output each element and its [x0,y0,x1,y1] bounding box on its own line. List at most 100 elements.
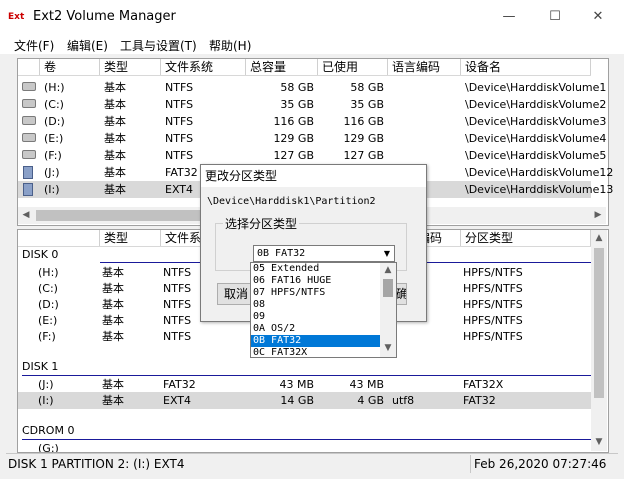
cell-volume: (I:) [38,394,54,407]
table-row[interactable]: (H:) 基本 NTFS 58 GB 58 GB \Device\Harddis… [18,79,606,96]
column-header-icon[interactable] [18,59,40,75]
dropdown-option-selected[interactable]: 0B FAT32 [251,335,380,347]
status-divider [470,455,471,473]
scroll-thumb[interactable] [383,279,393,297]
scroll-right-arrow-icon[interactable]: ▶ [592,210,604,220]
cell-type: 基本 [102,298,124,311]
dialog-title: 更改分区类型 [201,165,426,187]
close-button[interactable]: ✕ [575,0,621,34]
cell-type: 基本 [104,115,126,128]
cell-volume: (H:) [44,81,65,94]
menu-file[interactable]: 文件(F) [14,37,54,54]
cell-device: \Device\HarddiskVolume12 [465,166,614,179]
cell-filesystem: NTFS [165,81,194,94]
column-header-used[interactable]: 已使用 [318,59,388,75]
cell-filesystem: EXT4 [165,183,194,196]
cell-partition-type: HPFS/NTFS [463,330,523,343]
cell-type: 基本 [104,166,126,179]
cell-device: \Device\HarddiskVolume3 [465,115,607,128]
maximize-button[interactable]: ☐ [532,0,578,34]
menu-tools[interactable]: 工具与设置(T) [120,37,197,54]
cell-volume: (D:) [44,115,65,128]
dropdown-scrollbar[interactable]: ▲ ▼ [380,263,396,357]
cell-device: \Device\HarddiskVolume13 [465,183,614,196]
column-header-filesystem[interactable]: 文件系统 [161,59,246,75]
partition-type-dropdown-list[interactable]: 05 Extended 06 FAT16 HUGE 07 HPFS/NTFS 0… [250,262,397,358]
cell-filesystem: NTFS [165,115,194,128]
cell-partition-type: FAT32X [463,378,504,391]
status-datetime: Feb 26,2020 07:27:46 [474,457,607,471]
cell-type: 基本 [102,314,124,327]
partition-type-combobox[interactable]: 0B FAT32 ▼ [253,245,395,262]
cell-volume: (F:) [44,149,62,162]
cell-type: 基本 [104,183,126,196]
dropdown-option[interactable]: 05 Extended [251,263,380,275]
chevron-down-icon[interactable]: ▼ [380,246,394,261]
cell-type: 基本 [104,132,126,145]
partition-path: \Device\Harddisk1\Partition2 [207,196,376,207]
cell-filesystem: NTFS [163,330,192,343]
cell-device: \Device\HarddiskVolume1 [465,81,607,94]
column-header-encoding[interactable]: 语言编码 [388,59,461,75]
cell-volume: (I:) [44,183,60,196]
scroll-thumb[interactable] [594,248,604,398]
cell-partition-type: HPFS/NTFS [463,298,523,311]
cell-volume: (D:) [38,298,59,311]
table-row[interactable]: (C:) 基本 NTFS 35 GB 35 GB \Device\Harddis… [18,96,606,113]
cell-type: 基本 [104,81,126,94]
menu-help[interactable]: 帮助(H) [209,37,251,54]
cell-volume: (J:) [38,378,54,391]
table-row-selected[interactable]: (I:) 基本 EXT4 14 GB 4 GB utf8 FAT32 [18,392,591,409]
scroll-left-arrow-icon[interactable]: ◀ [20,210,32,220]
dropdown-option[interactable]: 08 [251,299,380,311]
cell-volume: (C:) [44,98,64,111]
cell-filesystem: FAT32 [163,378,196,391]
column-header-partition-type[interactable]: 分区类型 [461,230,591,246]
cell-type: 基本 [102,266,124,279]
disk-list-vscrollbar[interactable]: ▲ ▼ [591,230,607,451]
cell-type: 基本 [102,378,124,391]
column-header-type[interactable]: 类型 [100,59,161,75]
dropdown-option[interactable]: 06 FAT16 HUGE [251,275,380,287]
scroll-up-arrow-icon[interactable]: ▲ [593,233,605,243]
cell-filesystem: NTFS [163,266,192,279]
hard-drive-icon [22,116,36,125]
cell-volume: (J:) [44,166,60,179]
menu-edit[interactable]: 编辑(E) [67,37,108,54]
cell-size: 14 GB [280,394,314,407]
table-row[interactable]: (G:) [18,440,591,452]
scroll-down-arrow-icon[interactable]: ▼ [593,437,605,447]
cell-partition-type: HPFS/NTFS [463,314,523,327]
cell-total: 129 GB [273,132,314,145]
cell-used: 43 MB [349,378,384,391]
column-header-blank[interactable] [18,230,100,246]
minimize-button[interactable]: — [486,0,532,34]
table-row[interactable]: (F:) 基本 NTFS 127 GB 127 GB \Device\Hardd… [18,147,606,164]
cell-volume: (C:) [38,282,58,295]
usb-drive-icon [23,183,33,196]
cell-volume: (E:) [44,132,64,145]
scroll-up-arrow-icon[interactable]: ▲ [382,265,394,275]
column-header-device[interactable]: 设备名 [461,59,591,75]
dropdown-option[interactable]: 0C FAT32X [251,347,380,359]
title-bar: Ext Ext2 Volume Manager — ☐ ✕ [0,0,624,34]
scroll-down-arrow-icon[interactable]: ▼ [382,343,394,353]
app-icon: Ext [8,12,25,22]
column-header-type[interactable]: 类型 [100,230,161,246]
dropdown-option[interactable]: 07 HPFS/NTFS [251,287,380,299]
combobox-value: 0B FAT32 [257,248,306,259]
cell-filesystem: NTFS [165,132,194,145]
table-row[interactable]: (E:) 基本 NTFS 129 GB 129 GB \Device\Hardd… [18,130,606,147]
column-header-total[interactable]: 总容量 [246,59,318,75]
column-header-volume[interactable]: 卷 [40,59,100,75]
cell-type: 基本 [104,98,126,111]
cell-total: 58 GB [280,81,314,94]
dropdown-option[interactable]: 09 [251,311,380,323]
cell-volume: (F:) [38,330,56,343]
cell-encoding: utf8 [392,394,415,407]
table-row[interactable]: (D:) 基本 NTFS 116 GB 116 GB \Device\Hardd… [18,113,606,130]
cell-used: 127 GB [343,149,384,162]
table-row[interactable]: (J:) 基本 FAT32 43 MB 43 MB FAT32X [18,376,591,393]
cell-volume: (E:) [38,314,58,327]
dropdown-option[interactable]: 0A OS/2 [251,323,380,335]
